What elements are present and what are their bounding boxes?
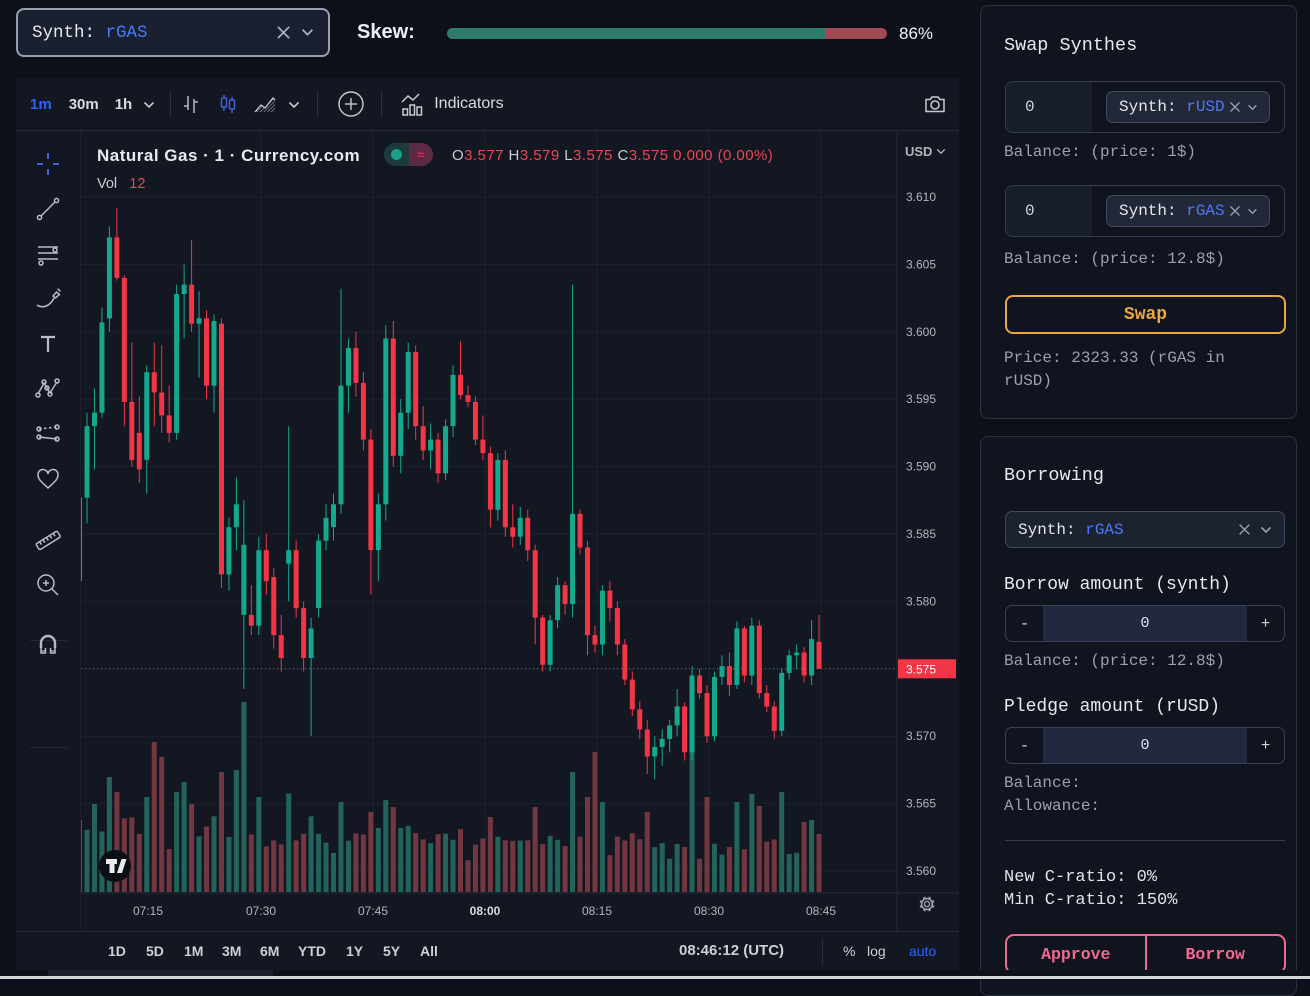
svg-text:3.560: 3.560 — [906, 864, 936, 878]
svg-text:08:30: 08:30 — [694, 904, 724, 918]
svg-text:07:45: 07:45 — [358, 904, 388, 918]
svg-text:3.605: 3.605 — [906, 257, 936, 271]
svg-text:08:15: 08:15 — [582, 904, 612, 918]
svg-text:3.585: 3.585 — [906, 527, 936, 541]
svg-text:08:45: 08:45 — [806, 904, 836, 918]
svg-text:3.580: 3.580 — [906, 594, 936, 608]
svg-text:3.590: 3.590 — [906, 460, 936, 474]
svg-text:07:30: 07:30 — [246, 904, 276, 918]
svg-text:08:00: 08:00 — [470, 904, 501, 918]
svg-text:3.575: 3.575 — [906, 662, 936, 676]
svg-text:3.565: 3.565 — [906, 797, 936, 811]
svg-text:3.595: 3.595 — [906, 392, 936, 406]
svg-text:07:15: 07:15 — [133, 904, 163, 918]
svg-text:3.600: 3.600 — [906, 325, 936, 339]
svg-text:3.570: 3.570 — [906, 729, 936, 743]
svg-text:3.610: 3.610 — [906, 190, 936, 204]
